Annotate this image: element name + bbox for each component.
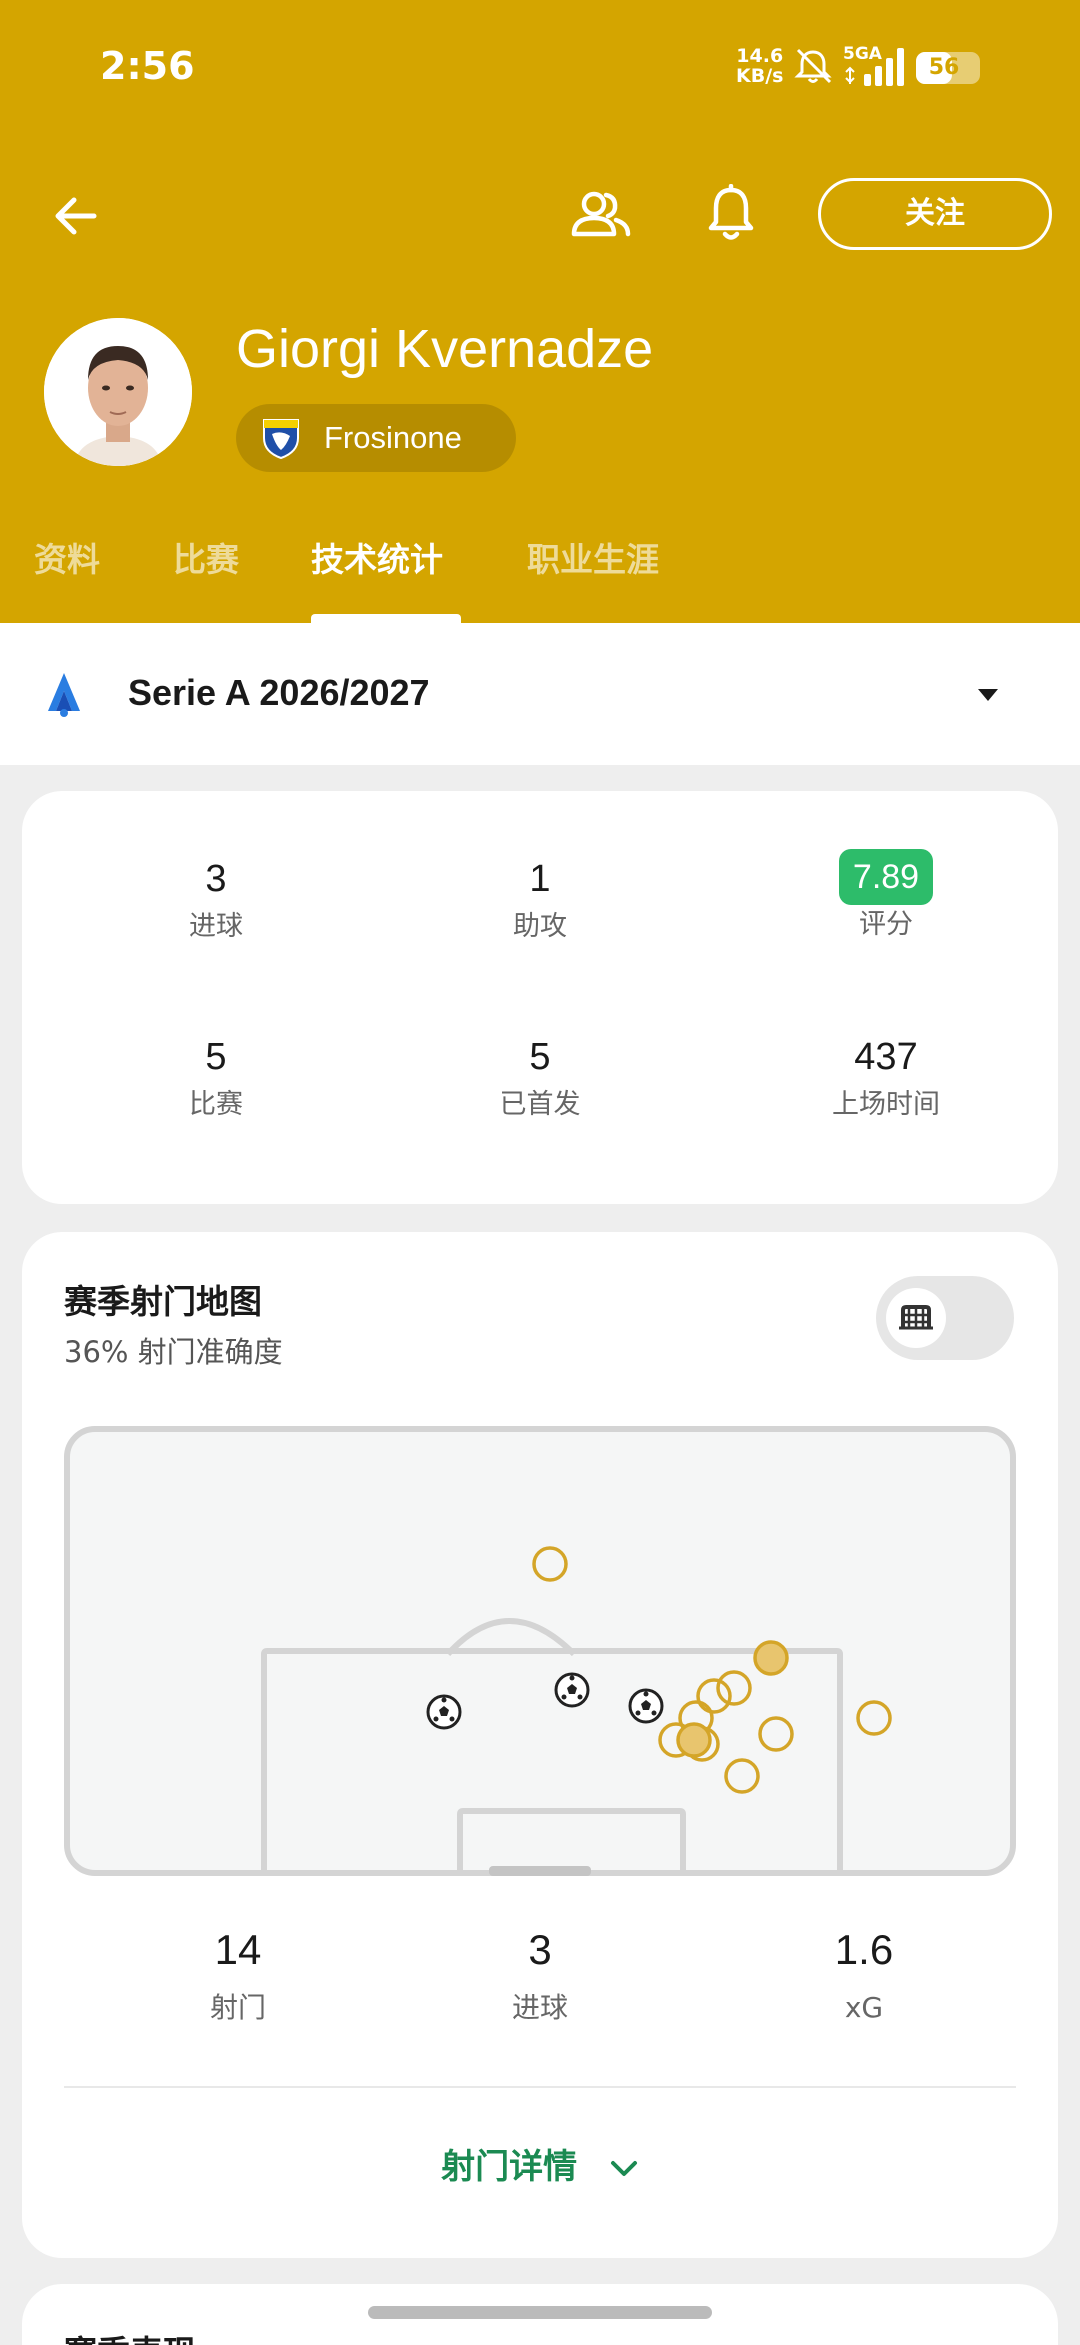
player-header: 2:56 14.6 KB/s 5GA 56 关注 Giorgi Kvernadz… [0,0,1080,623]
league-selector[interactable]: Serie A 2026/2027 [0,623,1080,765]
team-crest-icon [263,419,299,460]
shot-map-pitch[interactable] [64,1426,1016,1876]
battery-percentage: 56 [928,55,960,80]
shot-details-button[interactable]: 射门详情 [22,2132,1058,2202]
section-title: 赛季表现 [64,2326,196,2345]
summary-label: xG [844,1991,884,2024]
shot-map-view-toggle[interactable] [876,1276,1014,1360]
summary-label: 射门 [209,1991,266,2024]
team-link[interactable]: Frosinone [236,404,516,472]
status-bar: 2:56 14.6 KB/s 5GA 56 [0,0,1080,140]
bell-icon[interactable] [706,184,756,244]
network-speed-value: 14.6 [736,45,784,67]
stat-label: 已首发 [499,1089,581,1120]
summary-value: 14 [214,1926,262,1973]
stat-rating: 7.89 评分 [766,849,1006,945]
stat-label: 比赛 [189,1089,243,1120]
shot-details-label: 射门详情 [441,2147,578,2187]
stat-value: 5 [205,1036,227,1078]
stat-value: 3 [205,858,227,900]
player-name: Giorgi Kvernadze [236,319,654,379]
stat-minutes: 437 上场时间 [766,1033,1006,1125]
chevron-down-icon [610,2160,637,2176]
tab-bar: 资料 比赛 技术统计 职业生涯 [0,528,1080,623]
stat-matches: 5 比赛 [96,1033,336,1125]
home-indicator[interactable] [368,2306,712,2319]
summary-goals: 3 进球 [420,1922,660,2030]
season-stats-card: 3 进球 1 助攻 7.89 评分 5 比赛 5 已首发 437 上场时间 [22,791,1058,1204]
summary-value: 1.6 [834,1926,894,1973]
stat-assists: 1 助攻 [420,855,660,947]
shot-marker[interactable] [753,1640,789,1676]
league-name: Serie A 2026/2027 [128,672,430,713]
active-tab-indicator [311,614,461,623]
back-arrow-icon[interactable] [48,188,104,244]
shot-accuracy: 36% 射门准确度 [64,1335,283,1369]
goal-ball-icon[interactable] [628,1688,664,1724]
goal-net-icon [899,1305,933,1330]
summary-value: 3 [528,1926,552,1973]
tab-stats[interactable]: 技术统计 [311,528,443,592]
summary-shots: 14 射门 [118,1922,358,2030]
divider [64,2086,1016,2088]
stat-value: 1 [529,858,551,900]
follow-button[interactable]: 关注 [818,178,1052,250]
player-avatar [44,318,192,466]
stat-label: 评分 [859,909,913,940]
dropdown-caret-icon[interactable] [976,687,1000,703]
summary-label: 进球 [511,1991,568,2024]
stat-starts: 5 已首发 [420,1033,660,1125]
goal-ball-icon[interactable] [554,1672,590,1708]
stat-label: 助攻 [513,911,567,942]
team-name: Frosinone [324,420,462,455]
stat-label: 上场时间 [832,1089,940,1120]
people-icon[interactable] [568,188,632,244]
goal-ball-icon[interactable] [426,1694,462,1730]
rating-badge: 7.89 [838,849,934,905]
summary-xg: 1.6 xG [744,1922,984,2030]
player-avatar-image [44,318,192,466]
signal-icon [845,48,904,86]
network-speed: 14.6 KB/s [736,46,783,86]
shot-map-card: 赛季射门地图 36% 射门准确度 14 射门 3 进球 1.6 xG 射门详情 [22,1232,1058,2258]
shot-map-title: 赛季射门地图 [64,1282,262,1321]
status-time: 2:56 [100,44,195,88]
battery-indicator: 56 [916,52,980,84]
stat-goals: 3 进球 [96,855,336,947]
mute-icon [794,48,832,84]
tab-matches[interactable]: 比赛 [173,528,239,592]
toggle-knob [886,1288,946,1348]
stat-label: 进球 [189,911,243,942]
tab-profile[interactable]: 资料 [34,528,100,592]
shot-marker[interactable] [676,1722,712,1758]
stat-value: 5 [529,1036,551,1078]
stat-value: 437 [854,1036,918,1078]
serie-a-logo-icon [48,673,80,717]
network-speed-unit: KB/s [736,65,784,87]
tab-career[interactable]: 职业生涯 [527,528,659,592]
